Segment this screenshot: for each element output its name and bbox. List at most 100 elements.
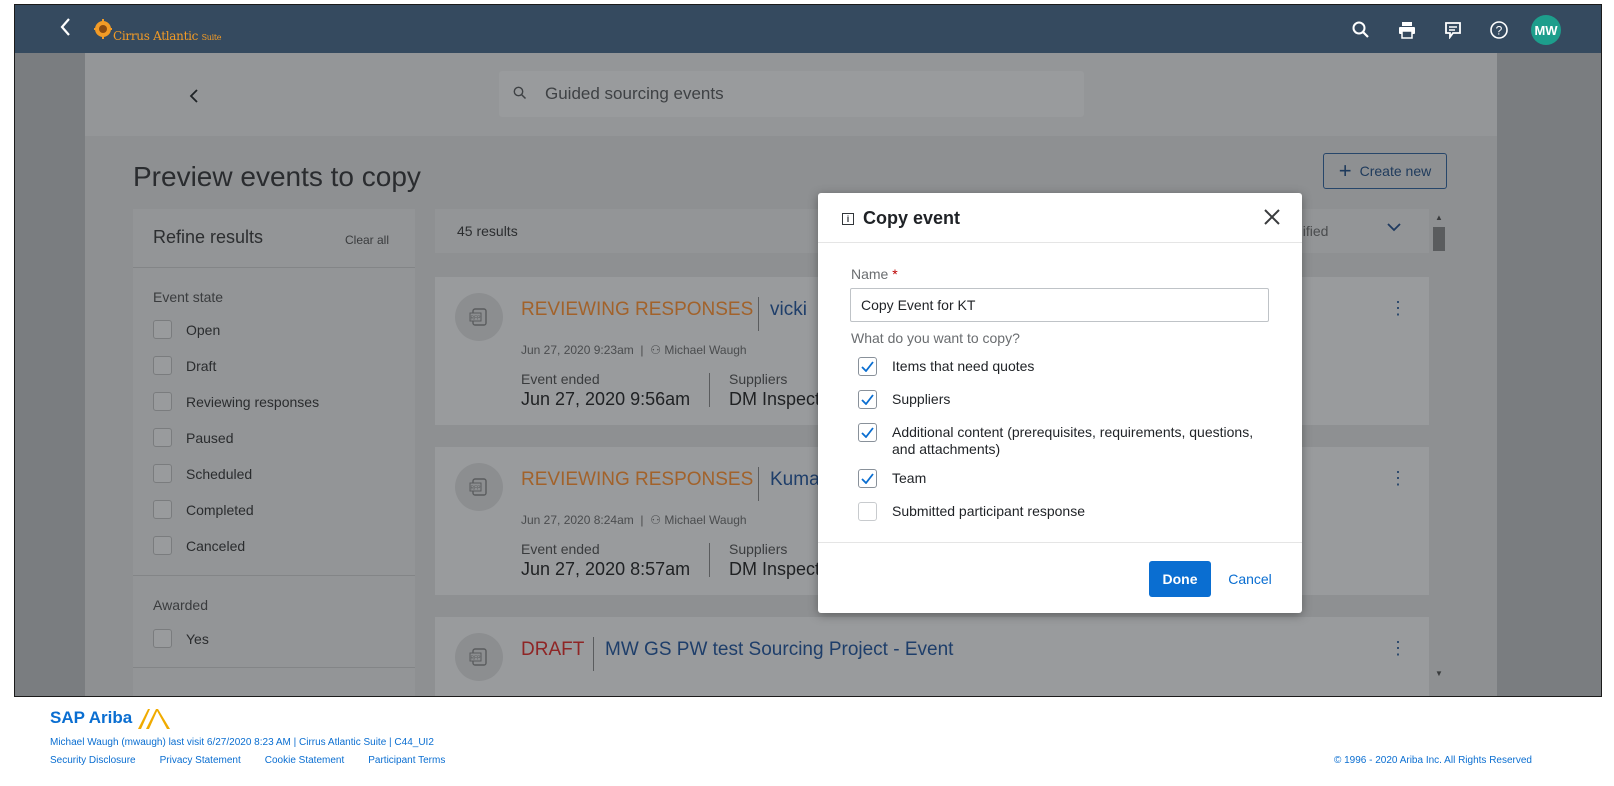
help-icon: ?	[1490, 21, 1508, 39]
checkbox[interactable]	[153, 500, 172, 519]
checkbox-checked[interactable]	[858, 469, 877, 488]
create-new-label: Create new	[1359, 163, 1432, 179]
divider	[133, 667, 415, 668]
help-button[interactable]: ?	[1485, 16, 1513, 44]
scroll-thumb[interactable]	[1433, 227, 1445, 251]
event-meta: Jun 27, 2020 9:23am | ⚇ Michael Waugh	[521, 343, 747, 357]
option-items-that-need-quotes[interactable]: Items that need quotes	[858, 357, 1034, 376]
owner-icon: ⚇	[650, 343, 661, 357]
option-label: Items that need quotes	[892, 358, 1035, 374]
filter-label: Scheduled	[186, 465, 253, 482]
rfp-icon: RFP	[455, 633, 503, 681]
option-label: Suppliers	[892, 391, 951, 407]
results-count: 45 results	[457, 223, 518, 239]
last-visit-info: Michael Waugh (mwaugh) last visit 6/27/2…	[50, 737, 434, 748]
cookie-statement-link[interactable]: Cookie Statement	[265, 755, 345, 766]
shell-back-button[interactable]	[59, 17, 79, 41]
logo-name: Cirrus Atlantic	[113, 29, 199, 43]
feedback-button[interactable]	[1439, 16, 1467, 44]
chevron-left-icon	[60, 18, 70, 36]
footer-links: Security Disclosure Privacy Statement Co…	[50, 755, 445, 766]
filter-draft[interactable]: Draft	[153, 356, 216, 375]
rfp-icon: RFP	[455, 293, 503, 341]
event-name-link[interactable]: Kuma	[770, 469, 820, 491]
results-scrollbar[interactable]: ▲ ▼	[1433, 213, 1445, 683]
separator	[758, 467, 759, 501]
name-label: Name *	[851, 266, 898, 282]
filter-label: Open	[186, 321, 221, 338]
checkbox[interactable]	[153, 428, 172, 447]
close-button[interactable]	[1264, 203, 1280, 229]
svg-text:?: ?	[1496, 24, 1503, 38]
event-card[interactable]: RFP DRAFT MW GS PW test Sourcing Project…	[435, 617, 1429, 696]
cancel-button[interactable]: Cancel	[1220, 561, 1280, 597]
filter-open[interactable]: Open	[153, 320, 220, 339]
event-name-link[interactable]: MW GS PW test Sourcing Project - Event	[605, 639, 953, 661]
rfp-icon: RFP	[455, 463, 503, 511]
separator	[758, 297, 759, 331]
event-name-link[interactable]: vicki	[770, 299, 807, 321]
dialog-header: i Copy event	[818, 193, 1302, 243]
filter-scheduled[interactable]: Scheduled	[153, 464, 252, 483]
chevron-left-icon	[189, 89, 198, 103]
checkbox-checked[interactable]	[858, 423, 877, 442]
ariba-logo-icon	[138, 709, 171, 729]
checkbox[interactable]	[153, 320, 172, 339]
checkbox[interactable]	[153, 536, 172, 555]
option-additional-content[interactable]: Additional content (prerequisites, requi…	[858, 423, 1277, 458]
more-options-icon[interactable]: ⋮	[1389, 299, 1407, 317]
option-suppliers[interactable]: Suppliers	[858, 390, 950, 409]
filter-label: Draft	[186, 357, 217, 374]
checkbox[interactable]	[153, 629, 172, 648]
shell-actions: ? MW	[1347, 15, 1561, 45]
event-ended-value: Jun 27, 2020 9:56am	[521, 389, 691, 409]
suppliers-value: DM Inspect	[729, 559, 821, 579]
checkbox-checked[interactable]	[858, 357, 877, 376]
name-input[interactable]	[850, 288, 1269, 322]
print-button[interactable]	[1393, 16, 1421, 44]
logo-suffix: Suite	[201, 33, 222, 42]
page-footer: SAP Ariba Michael Waugh (mwaugh) last vi…	[0, 697, 1614, 786]
option-submitted-participant-response[interactable]: Submitted participant response	[858, 502, 1085, 521]
suppliers-value: DM Inspect	[729, 389, 821, 409]
search-button[interactable]	[1347, 16, 1375, 44]
search-icon	[1352, 21, 1369, 38]
filter-completed[interactable]: Completed	[153, 500, 254, 519]
create-new-button[interactable]: + Create new	[1323, 153, 1447, 189]
checkbox-unchecked[interactable]	[858, 502, 877, 521]
page-back-button[interactable]	[189, 87, 199, 110]
scroll-up-icon[interactable]: ▲	[1435, 213, 1443, 222]
checkbox[interactable]	[153, 356, 172, 375]
event-owner: Michael Waugh	[664, 343, 747, 357]
owner-icon: ⚇	[650, 513, 661, 527]
scroll-down-icon[interactable]: ▼	[1435, 669, 1443, 678]
search-field[interactable]: Guided sourcing events	[499, 71, 1084, 117]
option-label: Additional content (prerequisites, requi…	[892, 424, 1254, 457]
feedback-icon	[1445, 22, 1461, 39]
company-logo-text[interactable]: Cirrus Atlantic Suite	[113, 29, 222, 43]
filter-label: Yes	[186, 630, 209, 647]
filter-awarded-yes[interactable]: Yes	[153, 629, 209, 648]
more-options-icon[interactable]: ⋮	[1389, 639, 1407, 657]
more-options-icon[interactable]: ⋮	[1389, 469, 1407, 487]
checkbox[interactable]	[153, 392, 172, 411]
done-button[interactable]: Done	[1149, 561, 1211, 597]
checkmark-icon	[861, 394, 874, 405]
filter-paused[interactable]: Paused	[153, 428, 233, 447]
filter-reviewing-responses[interactable]: Reviewing responses	[153, 392, 319, 411]
participant-terms-link[interactable]: Participant Terms	[368, 755, 445, 766]
checkbox[interactable]	[153, 464, 172, 483]
security-disclosure-link[interactable]: Security Disclosure	[50, 755, 136, 766]
event-date: Jun 27, 2020 9:23am	[521, 343, 634, 357]
option-team[interactable]: Team	[858, 469, 926, 488]
svg-text:RFP: RFP	[471, 656, 482, 662]
checkbox-checked[interactable]	[858, 390, 877, 409]
user-avatar[interactable]: MW	[1531, 15, 1561, 45]
filter-canceled[interactable]: Canceled	[153, 536, 245, 555]
clear-all-link[interactable]: Clear all	[345, 233, 389, 247]
refine-title: Refine results	[153, 227, 264, 247]
privacy-statement-link[interactable]: Privacy Statement	[160, 755, 241, 766]
event-state: REVIEWING RESPONSES	[521, 469, 754, 490]
sort-dropdown-button[interactable]	[1387, 219, 1401, 237]
checkmark-icon	[861, 427, 874, 438]
